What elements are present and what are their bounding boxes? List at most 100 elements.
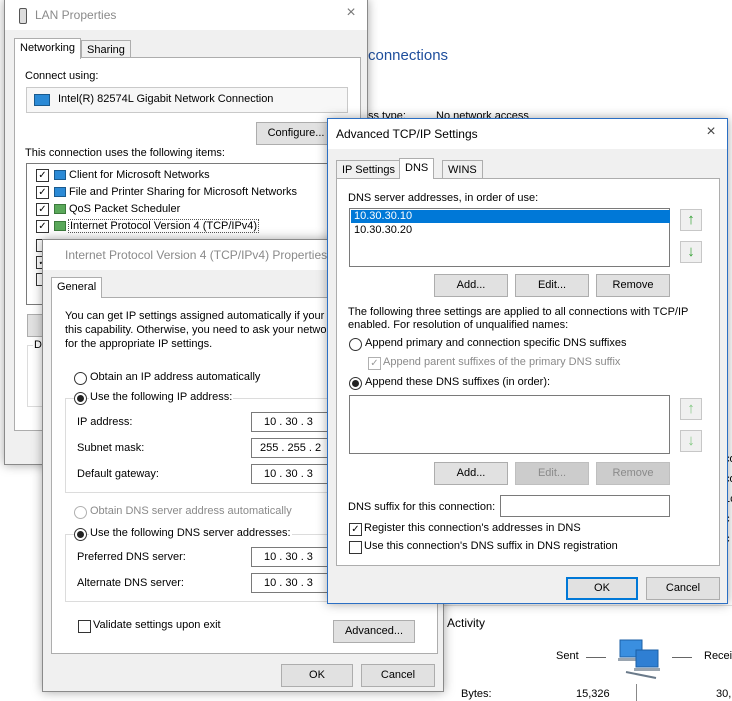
- use-following-ip-radio[interactable]: [74, 392, 87, 405]
- intro-line-2: this capability. Otherwise, you need to …: [65, 324, 327, 336]
- advanced-cancel-button[interactable]: Cancel: [646, 577, 720, 600]
- suffix-connection-input[interactable]: [500, 495, 670, 517]
- tab-ip-settings[interactable]: IP Settings: [336, 160, 401, 179]
- item-label: File and Printer Sharing for Microsoft N…: [69, 186, 298, 198]
- use-suffix-label[interactable]: Use this connection's DNS suffix in DNS …: [364, 540, 618, 552]
- subnet-field[interactable]: 255 . 255 . 2: [251, 438, 333, 458]
- ip-address-field[interactable]: 10 . 30 . 3: [251, 412, 333, 432]
- register-label[interactable]: Register this connection's addresses in …: [364, 522, 581, 534]
- suffix-add-button[interactable]: Add...: [434, 462, 508, 485]
- list-item-selected[interactable]: ✓ Internet Protocol Version 4 (TCP/IPv4): [27, 218, 345, 235]
- preferred-dns-field[interactable]: 10 . 30 . 3: [251, 547, 333, 567]
- use-following-dns-radio[interactable]: [74, 528, 87, 541]
- tab-wins[interactable]: WINS: [442, 160, 483, 179]
- use-suffix-checkbox[interactable]: [349, 541, 362, 554]
- client-icon: [54, 170, 66, 180]
- dns-server-list[interactable]: 10.30.30.10 10.30.30.20: [349, 208, 670, 267]
- advanced-close-icon[interactable]: ×: [703, 124, 719, 140]
- items-label: This connection uses the following items…: [25, 147, 225, 159]
- advanced-title: Advanced TCP/IP Settings: [336, 127, 478, 141]
- bytes-label: Bytes:: [461, 688, 492, 700]
- obtain-dns-auto-label[interactable]: Obtain DNS server address automatically: [90, 505, 292, 517]
- advanced-tcpip-window: Advanced TCP/IP Settings × IP Settings D…: [327, 118, 728, 604]
- tab-networking[interactable]: Networking: [14, 38, 82, 59]
- intro-line-3: for the appropriate IP settings.: [65, 338, 213, 350]
- item-checkbox[interactable]: ✓: [36, 203, 49, 216]
- connect-using-label: Connect using:: [25, 70, 99, 82]
- adapter-field: Intel(R) 82574L Gigabit Network Connecti…: [26, 87, 348, 113]
- dns-add-button[interactable]: Add...: [434, 274, 508, 297]
- item-checkbox[interactable]: ✓: [36, 186, 49, 199]
- suffix-edit-button[interactable]: Edit...: [515, 462, 589, 485]
- list-item[interactable]: ✓ File and Printer Sharing for Microsoft…: [27, 184, 345, 201]
- move-up-button[interactable]: ↑: [680, 209, 702, 231]
- suffix-down-button[interactable]: ↓: [680, 430, 702, 452]
- dns-remove-button[interactable]: Remove: [596, 274, 670, 297]
- dns-suffix-list[interactable]: [349, 395, 670, 454]
- lan-title: LAN Properties: [35, 8, 117, 22]
- intro-line-1: You can get IP settings assigned automat…: [65, 310, 334, 322]
- tab-dns[interactable]: DNS: [399, 158, 435, 179]
- use-following-ip-label[interactable]: Use the following IP address:: [89, 391, 234, 403]
- item-checkbox[interactable]: ✓: [36, 220, 49, 233]
- dns-server-item[interactable]: 10.30.30.20: [351, 224, 670, 237]
- append-primary-label[interactable]: Append primary and connection specific D…: [365, 337, 627, 349]
- qos-icon: [54, 204, 66, 214]
- ipv4-cancel-button[interactable]: Cancel: [361, 664, 435, 687]
- suffix-remove-button[interactable]: Remove: [596, 462, 670, 485]
- advanced-ok-button[interactable]: OK: [566, 577, 638, 600]
- adapter-icon: [34, 94, 50, 106]
- tab-general[interactable]: General: [51, 277, 103, 298]
- info-line-2: enabled. For resolution of unqualified n…: [348, 319, 569, 331]
- ip-address-label: IP address:: [77, 416, 133, 428]
- move-down-button[interactable]: ↓: [680, 241, 702, 263]
- protocol-icon: [54, 221, 66, 231]
- obtain-ip-auto-radio[interactable]: [74, 372, 87, 385]
- alternate-dns-value: 10 . 30 . 3: [264, 577, 313, 589]
- background-heading: connections: [368, 47, 449, 64]
- dns-edit-button[interactable]: Edit...: [515, 274, 589, 297]
- preferred-dns-value: 10 . 30 . 3: [264, 551, 313, 563]
- bytes-divider: [636, 684, 637, 701]
- append-parent-label[interactable]: Append parent suffixes of the primary DN…: [383, 356, 620, 368]
- suffix-up-button[interactable]: ↑: [680, 398, 702, 420]
- lan-close-icon[interactable]: ×: [343, 5, 359, 21]
- append-these-label[interactable]: Append these DNS suffixes (in order):: [365, 376, 550, 388]
- status-panel-divider: [444, 605, 732, 606]
- validate-label[interactable]: Validate settings upon exit: [93, 619, 221, 631]
- validate-checkbox[interactable]: [78, 620, 91, 633]
- list-item[interactable]: ✓ QoS Packet Scheduler: [27, 201, 345, 218]
- use-following-dns-label[interactable]: Use the following DNS server addresses:: [89, 527, 292, 539]
- sharing-icon: [54, 187, 66, 197]
- configure-button[interactable]: Configure...: [256, 122, 336, 145]
- obtain-ip-auto-label[interactable]: Obtain an IP address automatically: [90, 371, 260, 383]
- alternate-dns-label: Alternate DNS server:: [77, 577, 184, 589]
- network-activity-icon: [616, 638, 666, 682]
- append-parent-checkbox[interactable]: ✓: [368, 357, 381, 370]
- suffix-connection-label: DNS suffix for this connection:: [348, 501, 496, 513]
- list-item[interactable]: ✓ Client for Microsoft Networks: [27, 167, 345, 184]
- subnet-label: Subnet mask:: [77, 442, 145, 454]
- append-these-radio[interactable]: [349, 377, 362, 390]
- info-line-1: The following three settings are applied…: [348, 306, 689, 318]
- activity-label: Activity: [447, 616, 486, 630]
- ipv4-ok-button[interactable]: OK: [281, 664, 353, 687]
- sent-label: Sent: [556, 650, 579, 662]
- gateway-field[interactable]: 10 . 30 . 3: [251, 464, 333, 484]
- append-primary-radio[interactable]: [349, 338, 362, 351]
- ip-address-value: 10 . 30 . 3: [264, 416, 313, 428]
- dns-server-item-selected[interactable]: 10.30.30.10: [351, 210, 670, 223]
- obtain-dns-auto-radio[interactable]: [74, 506, 87, 519]
- bytes-sent-value: 15,326: [576, 688, 610, 700]
- advanced-button[interactable]: Advanced...: [333, 620, 415, 643]
- received-line: [672, 657, 692, 658]
- network-adapter-icon: [19, 8, 27, 24]
- sent-line: [586, 657, 606, 658]
- alternate-dns-field[interactable]: 10 . 30 . 3: [251, 573, 333, 593]
- item-checkbox[interactable]: ✓: [36, 169, 49, 182]
- advanced-titlebar: Advanced TCP/IP Settings ×: [328, 119, 727, 149]
- item-label: QoS Packet Scheduler: [69, 203, 181, 215]
- subnet-value: 255 . 255 . 2: [260, 442, 322, 454]
- register-checkbox[interactable]: ✓: [349, 523, 362, 536]
- preferred-dns-label: Preferred DNS server:: [77, 551, 186, 563]
